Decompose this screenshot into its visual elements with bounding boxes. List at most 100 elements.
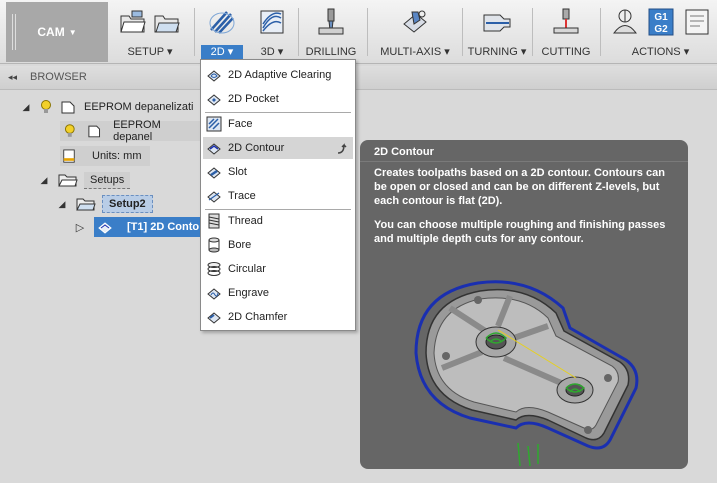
setups-label: Setups (84, 171, 131, 189)
tooltip-divider (360, 161, 688, 162)
2d-toolpath-icon (209, 11, 235, 34)
drilling-group-label: DRILLING (305, 46, 357, 58)
toolbar-separator (367, 8, 368, 56)
menu-item-label: Trace (228, 190, 256, 202)
setups-folder-icon (58, 174, 78, 187)
toolbar-separator (532, 8, 533, 56)
browser-header: ◂◂ BROWSER (0, 66, 717, 90)
pin-icon[interactable] (335, 141, 347, 155)
menu-item-slot[interactable]: Slot (203, 161, 353, 183)
tree-row-setup2[interactable]: ◢ Setup2 (56, 194, 153, 214)
browser-title: BROWSER (30, 71, 87, 83)
lightbulb-icon[interactable] (64, 124, 76, 138)
workspace-label: CAM (37, 25, 65, 39)
setup-folder-icon (120, 10, 146, 33)
menu-item-label: Face (228, 118, 253, 130)
toolbar: CAM ▼ SETUP ▾ 2D ▾ 3D ▾ DRILLING MULTI-A… (0, 0, 717, 64)
tree-row-units[interactable]: Units: mm (60, 146, 150, 166)
2d-group[interactable]: 2D ▾ (198, 2, 246, 62)
2d-dropdown-menu: 2D Adaptive Clearing 2D Pocket Face 2D C… (200, 59, 356, 331)
g2-text: G2 (654, 24, 668, 35)
multi-axis-group-label: MULTI-AXIS ▾ (380, 46, 450, 58)
tree-row-setups[interactable]: ◢ Setups (38, 170, 131, 190)
menu-item-label: Bore (228, 239, 252, 251)
tooltip-title: 2D Contour (374, 146, 434, 158)
bore-icon (208, 237, 220, 253)
menu-item-2d-pocket[interactable]: 2D Pocket (203, 88, 353, 110)
cutting-group-label: CUTTING (541, 46, 591, 58)
pocket-icon (207, 94, 221, 106)
post-process-icon: G1 G2 (648, 8, 673, 36)
operation-label: [T1] 2D Conto (127, 221, 200, 233)
collapse-browser-icon[interactable]: ◂◂ (8, 72, 17, 83)
tree-row-operation[interactable]: ▷ [T1] 2D Conto (74, 217, 200, 237)
chamfer-icon (207, 312, 221, 324)
turning-icon (483, 14, 511, 32)
menu-item-bore[interactable]: Bore (203, 234, 353, 256)
setup-group[interactable]: SETUP ▾ (110, 2, 190, 62)
face-icon (206, 116, 222, 132)
3d-group[interactable]: 3D ▾ (248, 2, 296, 62)
menu-item-label: Thread (228, 215, 263, 227)
drill-icon (318, 8, 344, 35)
expand-triangle-icon[interactable]: ▷ (74, 221, 86, 234)
tree-row-model[interactable]: EEPROM depanel (60, 119, 200, 143)
setup-sheet-icon (154, 15, 180, 33)
3d-toolpath-icon (260, 10, 284, 34)
adaptive-clearing-icon (207, 70, 221, 82)
toolbar-separator (298, 8, 299, 56)
trace-icon (207, 191, 221, 203)
setup2-label: Setup2 (102, 195, 153, 213)
collapse-triangle-icon[interactable]: ◢ (56, 199, 68, 210)
setup-icon (76, 198, 96, 211)
toolbar-separator (600, 8, 601, 56)
menu-item-engrave[interactable]: Engrave (203, 282, 353, 304)
menu-item-label: Slot (228, 166, 247, 178)
menu-item-face[interactable]: Face (203, 113, 353, 135)
menu-item-label: 2D Chamfer (228, 311, 288, 323)
menu-item-label: Engrave (228, 287, 269, 299)
tree-row-document[interactable]: ◢ EEPROM depanelizati (20, 97, 193, 117)
collapse-triangle-icon[interactable]: ◢ (38, 175, 50, 186)
cutting-group[interactable]: CUTTING (536, 2, 596, 62)
turning-group-label: TURNING ▾ (467, 46, 527, 58)
menu-item-label: 2D Pocket (228, 93, 279, 105)
multi-axis-group[interactable]: MULTI-AXIS ▾ (370, 2, 460, 62)
3d-group-label: 3D ▾ (260, 46, 284, 58)
menu-item-thread[interactable]: Thread (203, 210, 353, 232)
chevron-down-icon: ▼ (68, 27, 77, 37)
menu-item-circular[interactable]: Circular (203, 258, 353, 280)
g1-text: G1 (654, 12, 668, 23)
operation-selected[interactable]: [T1] 2D Conto (94, 217, 200, 237)
tooltip-description: Creates toolpaths based on a 2D contour.… (374, 167, 665, 207)
toolbar-separator (194, 8, 195, 56)
lightbulb-icon[interactable] (40, 100, 52, 114)
2d-contour-op-icon (98, 222, 112, 234)
units-label: Units: mm (92, 150, 142, 162)
workspace-switcher[interactable]: CAM ▼ (6, 2, 108, 62)
turning-group[interactable]: TURNING ▾ (465, 2, 529, 62)
toolbar-separator (462, 8, 463, 56)
menu-item-2d-contour[interactable]: 2D Contour (203, 137, 353, 159)
collapse-triangle-icon[interactable]: ◢ (20, 102, 32, 113)
engrave-icon (207, 288, 221, 300)
menu-item-2d-chamfer[interactable]: 2D Chamfer (203, 306, 353, 328)
menu-item-label: 2D Adaptive Clearing (228, 69, 332, 81)
menu-item-2d-adaptive-clearing[interactable]: 2D Adaptive Clearing (203, 64, 353, 86)
menu-item-trace[interactable]: Trace (203, 185, 353, 207)
model-label: EEPROM depanel (113, 119, 161, 143)
component-icon (61, 101, 75, 114)
actions-group[interactable]: G1 G2 ACTIONS ▾ (604, 2, 717, 62)
tooltip-panel: 2D Contour Creates toolpaths based on a … (360, 140, 688, 469)
menu-item-label: Circular (228, 263, 266, 275)
cutting-icon (553, 8, 579, 34)
simulate-icon (612, 9, 637, 34)
document-label: EEPROM depanelizati (84, 101, 194, 113)
slot-icon (207, 167, 221, 179)
tooltip-description-2: You can choose multiple roughing and fin… (374, 219, 666, 245)
circular-icon (207, 262, 221, 276)
drilling-group[interactable]: DRILLING (300, 2, 362, 62)
body-icon (88, 125, 100, 138)
2d-group-label: 2D ▾ (210, 46, 234, 58)
actions-group-label: ACTIONS ▾ (631, 46, 690, 58)
